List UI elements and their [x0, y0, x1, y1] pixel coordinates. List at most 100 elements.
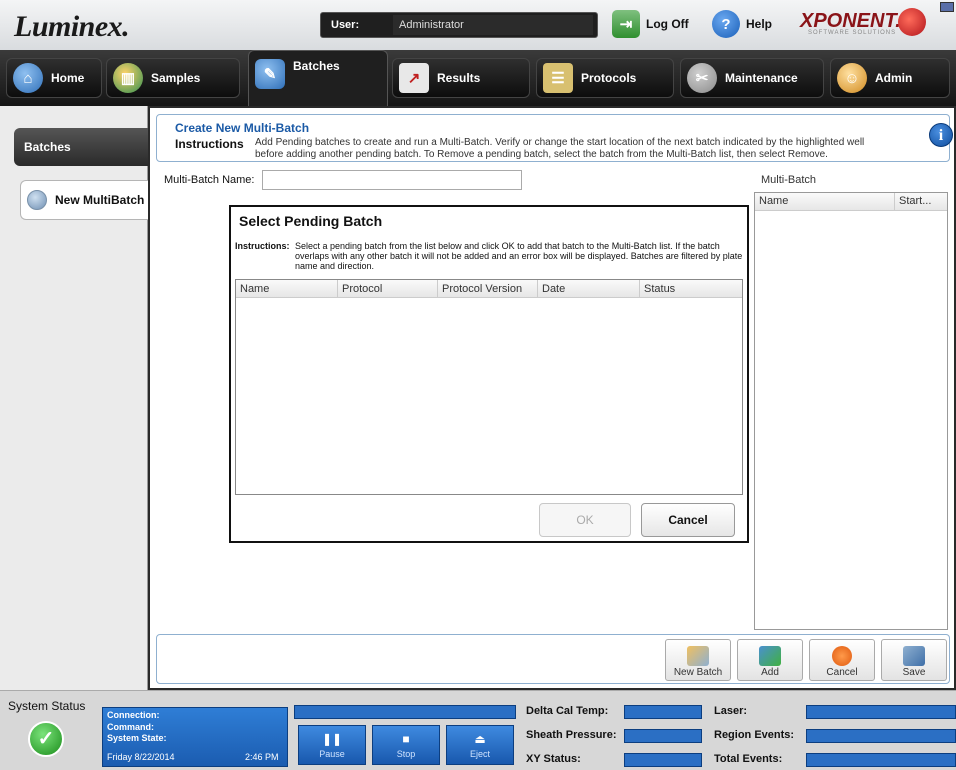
instructions-label: Instructions — [175, 137, 244, 151]
connection-label: Connection: — [107, 710, 160, 720]
samples-icon: ▥ — [113, 63, 143, 93]
user-label: User: — [331, 19, 360, 31]
app-header: Luminex. User: Administrator ⇥ Log Off ?… — [0, 0, 956, 50]
sheath-pressure-label: Sheath Pressure: — [526, 729, 617, 741]
save-button[interactable]: Save — [881, 639, 947, 681]
total-events-label: Total Events: — [714, 753, 783, 765]
new-batch-label: New Batch — [673, 667, 723, 678]
status-time: 2:46 PM — [245, 752, 279, 762]
tab-batches[interactable]: ✎ Batches — [248, 50, 388, 106]
help-icon: ? — [712, 10, 740, 38]
cancel-label: Cancel — [826, 667, 858, 678]
column-header-status[interactable]: Status — [640, 280, 679, 297]
left-panel: Batches New MultiBatch — [0, 106, 148, 690]
left-item-label: New MultiBatch — [55, 193, 145, 207]
left-section-batches[interactable]: Batches — [14, 128, 148, 166]
total-events-value — [806, 753, 956, 767]
region-events-label: Region Events: — [714, 729, 795, 741]
add-label: Add — [761, 667, 779, 678]
tab-home[interactable]: ⌂ Home — [6, 58, 102, 98]
laser-value — [806, 705, 956, 719]
minimize-button[interactable] — [940, 2, 954, 12]
tab-protocols[interactable]: ☰ Protocols — [536, 58, 674, 98]
eject-label: Eject — [469, 748, 490, 759]
tab-admin[interactable]: ☺ Admin — [830, 58, 950, 98]
instructions-text: Add Pending batches to create and run a … — [255, 137, 865, 160]
dialog-instructions-text: Select a pending batch from the list bel… — [295, 241, 743, 271]
column-header-name[interactable]: Name — [236, 280, 338, 297]
logoff-label: Log Off — [646, 17, 689, 31]
stop-icon: ■ — [402, 731, 410, 746]
system-state-label: System State: — [107, 733, 167, 743]
pending-batch-table-header: Name Protocol Protocol Version Date Stat… — [236, 280, 742, 298]
help-button[interactable]: ? Help — [712, 10, 772, 38]
progress-bar — [294, 705, 516, 719]
multibatch-group: Name Start... Multi-Batch — [754, 174, 948, 630]
user-box: User: Administrator — [320, 12, 598, 38]
tab-samples[interactable]: ▥ Samples — [106, 58, 240, 98]
tab-admin-label: Admin — [875, 71, 913, 85]
ok-button[interactable]: OK — [539, 503, 631, 537]
left-item-new-multibatch[interactable]: New MultiBatch — [20, 180, 148, 220]
tab-batches-label: Batches — [293, 59, 340, 73]
column-header-protocol-version[interactable]: Protocol Version — [438, 280, 538, 297]
pause-button[interactable]: ❚❚ Pause — [298, 725, 366, 765]
sheath-pressure-value — [624, 729, 702, 743]
action-bar: New Batch Add Cancel Save — [156, 634, 950, 684]
new-batch-button[interactable]: New Batch — [665, 639, 731, 681]
delta-cal-temp-label: Delta Cal Temp: — [526, 705, 609, 717]
multibatch-list-header: Name Start... — [755, 193, 947, 211]
eject-icon: ⏏ — [474, 731, 486, 746]
tab-maintenance-label: Maintenance — [725, 71, 798, 85]
add-icon — [759, 646, 781, 666]
tab-samples-label: Samples — [151, 71, 201, 85]
luminex-logo: Luminex. — [14, 10, 130, 43]
results-icon: ↗ — [399, 63, 429, 93]
xy-status-label: XY Status: — [526, 753, 581, 765]
dialog-cancel-button[interactable]: Cancel — [641, 503, 735, 537]
pause-icon: ❚❚ — [321, 731, 343, 746]
column-header-date[interactable]: Date — [538, 280, 640, 297]
tab-maintenance[interactable]: ✂ Maintenance — [680, 58, 824, 98]
region-events-value — [806, 729, 956, 743]
xponent-subtitle: SOFTWARE SOLUTIONS — [808, 30, 897, 36]
info-icon[interactable]: i — [929, 123, 953, 147]
stop-label: Stop — [396, 748, 416, 759]
multibatch-group-label: Multi-Batch — [758, 174, 820, 186]
column-header-name[interactable]: Name — [755, 193, 895, 210]
admin-icon: ☺ — [837, 63, 867, 93]
save-label: Save — [902, 667, 926, 678]
logoff-button[interactable]: ⇥ Log Off — [612, 10, 689, 38]
laser-label: Laser: — [714, 705, 748, 717]
dialog-title: Select Pending Batch — [239, 213, 383, 229]
user-value: Administrator — [393, 15, 593, 35]
delta-cal-temp-value — [624, 705, 702, 719]
maintenance-icon: ✂ — [687, 63, 717, 93]
status-ok-icon: ✓ — [28, 721, 64, 757]
pause-label: Pause — [319, 748, 345, 759]
page-title: Create New Multi-Batch — [175, 121, 310, 135]
multibatch-name-input[interactable] — [262, 170, 522, 190]
tab-results[interactable]: ↗ Results — [392, 58, 530, 98]
stop-button[interactable]: ■ Stop — [372, 725, 440, 765]
save-icon — [903, 646, 925, 666]
xponent-logo-mark — [898, 8, 926, 36]
add-button[interactable]: Add — [737, 639, 803, 681]
tab-home-label: Home — [51, 71, 85, 85]
main-nav: ⌂ Home ▥ Samples ✎ Batches ↗ Results ☰ P… — [0, 50, 956, 106]
pending-batch-table[interactable]: Name Protocol Protocol Version Date Stat… — [235, 279, 743, 495]
instructions-box: Create New Multi-Batch Instructions Add … — [156, 114, 953, 162]
multibatch-list[interactable]: Name Start... — [754, 192, 948, 630]
eject-button[interactable]: ⏏ Eject — [446, 725, 514, 765]
protocols-icon: ☰ — [543, 63, 573, 93]
cancel-button[interactable]: Cancel — [809, 639, 875, 681]
xy-status-value — [624, 753, 702, 767]
column-header-start[interactable]: Start... — [895, 193, 935, 210]
status-bar: System Status ✓ Connection: Command: Sys… — [0, 690, 956, 770]
tab-protocols-label: Protocols — [581, 71, 637, 85]
home-icon: ⌂ — [13, 63, 43, 93]
command-label: Command: — [107, 722, 154, 732]
cancel-icon — [832, 646, 852, 666]
column-header-protocol[interactable]: Protocol — [338, 280, 438, 297]
batches-icon: ✎ — [255, 59, 285, 89]
